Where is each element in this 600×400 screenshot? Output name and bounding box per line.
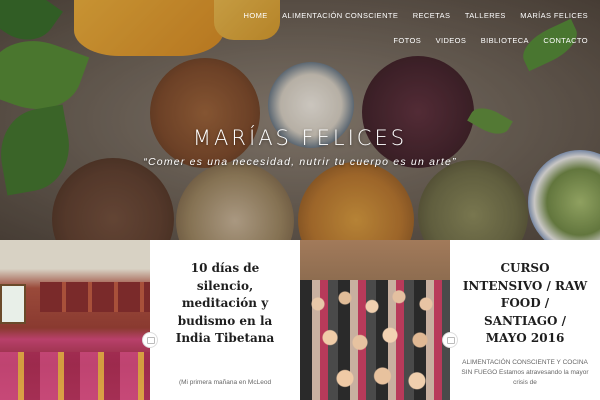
post-title[interactable]: 10 días de silencio, meditación y budism…: [162, 260, 288, 348]
nav-marias-felices[interactable]: MARÍAS FELICES: [520, 8, 588, 24]
comment-bubble-icon[interactable]: [442, 332, 458, 348]
main-navigation: HOME ALIMENTACIÓN CONSCIENTE RECETAS TAL…: [228, 0, 600, 56]
post-excerpt: ALIMENTACIÓN CONSCIENTE Y COCINA SIN FUE…: [461, 359, 589, 386]
hero-banner: HOME ALIMENTACIÓN CONSCIENTE RECETAS TAL…: [0, 0, 600, 240]
nav-fotos[interactable]: FOTOS: [393, 33, 421, 49]
site-tagline: “Comer es una necesidad, nutrir tu cuerp…: [143, 156, 457, 168]
post-thumbnail-meditation-hall[interactable]: [0, 240, 150, 400]
nav-recetas[interactable]: RECETAS: [413, 8, 451, 24]
wall-painting-image: [40, 282, 150, 312]
cushion-row-image: [0, 352, 150, 400]
post-thumbnail-group-photo[interactable]: [300, 240, 450, 400]
post-card[interactable]: 10 días de silencio, meditación y budism…: [142, 240, 300, 400]
post-card[interactable]: CURSO INTENSIVO / RAW FOOD / SANTIAGO / …: [442, 240, 600, 400]
post-excerpt: (Mi primera mañana en McLeod: [178, 379, 272, 386]
nav-talleres[interactable]: TALLERES: [465, 8, 506, 24]
site-title[interactable]: MARÍAS FELICES: [0, 126, 600, 150]
comment-bubble-icon[interactable]: [142, 332, 158, 348]
group-people-image: [300, 280, 450, 400]
nav-contacto[interactable]: CONTACTO: [543, 33, 588, 49]
nav-home[interactable]: HOME: [244, 8, 268, 24]
window-image: [0, 284, 26, 324]
post-title[interactable]: CURSO INTENSIVO / RAW FOOD / SANTIAGO / …: [462, 260, 588, 348]
nav-alimentacion-consciente[interactable]: ALIMENTACIÓN CONSCIENTE: [282, 8, 398, 24]
nav-biblioteca[interactable]: BIBLIOTECA: [481, 33, 529, 49]
nav-videos[interactable]: VIDEOS: [436, 33, 467, 49]
